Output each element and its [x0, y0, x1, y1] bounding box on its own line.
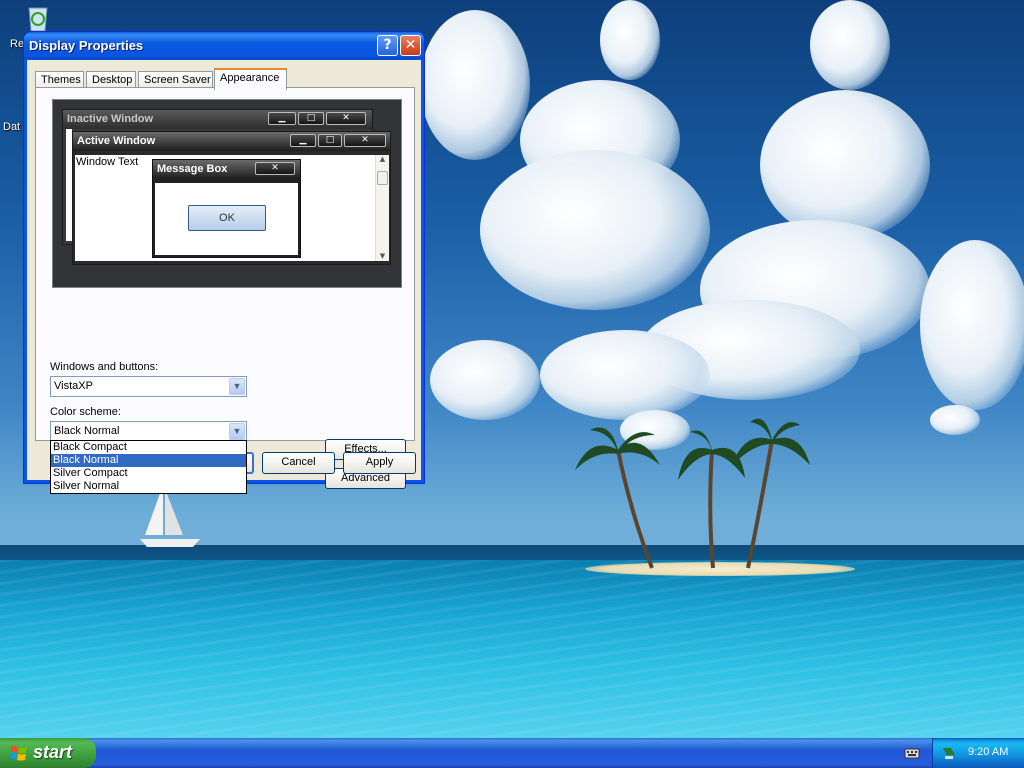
help-button[interactable]: ? [377, 35, 398, 56]
network-icon[interactable] [941, 745, 957, 764]
close-icon: ✕ [255, 162, 295, 175]
color-scheme-option[interactable]: Silver Compact [51, 467, 246, 480]
recycle-bin-icon [28, 7, 48, 32]
preview-scrollbar: ▲ ▼ [375, 155, 389, 261]
chevron-down-icon[interactable]: ▼ [229, 423, 245, 440]
sea [0, 560, 1024, 738]
palm-trees [575, 418, 810, 569]
cloud [480, 150, 710, 310]
scroll-down-icon: ▼ [379, 252, 386, 260]
cloud [930, 405, 980, 435]
color-scheme-option[interactable]: Black Normal [51, 454, 246, 467]
chevron-down-icon[interactable]: ▼ [229, 378, 245, 395]
clock[interactable]: 9:20 AM [968, 746, 1008, 758]
close-button[interactable]: ✕ [400, 35, 421, 56]
tab-appearance[interactable]: Appearance [214, 68, 287, 90]
scroll-up-icon: ▲ [379, 155, 386, 163]
desktop-icon-label[interactable]: Dat [3, 121, 20, 133]
appearance-preview: Inactive Window ▁ □ ✕ Active Window ▁ □ … [52, 99, 402, 288]
color-scheme-value: Black Normal [54, 425, 120, 437]
windows-buttons-select[interactable]: VistaXP ▼ [50, 376, 247, 397]
titlebar[interactable]: Display Properties ? ✕ [24, 32, 424, 59]
cloud [540, 330, 710, 420]
minimize-icon: ▁ [268, 112, 296, 125]
appearance-panel: Inactive Window ▁ □ ✕ Active Window ▁ □ … [35, 87, 415, 494]
close-icon: ✕ [326, 112, 366, 125]
maximize-icon: □ [298, 112, 324, 125]
windows-buttons-label: Windows and buttons: [50, 361, 159, 373]
start-label: start [33, 742, 73, 762]
windows-logo-icon [10, 745, 27, 761]
preview-message-box: Message Box ✕ OK [152, 159, 301, 258]
dialog-client: Themes Desktop Screen Saver Appearance I… [27, 60, 421, 494]
apply-button[interactable]: Apply [343, 452, 416, 474]
windows-buttons-value: VistaXP [54, 380, 93, 392]
cloud [920, 240, 1024, 410]
message-box-body: OK [155, 183, 298, 255]
preview-ok-button: OK [188, 205, 266, 231]
close-icon: ✕ [344, 134, 386, 147]
keyboard-icon[interactable] [904, 746, 920, 763]
window-text: Window Text [76, 156, 139, 168]
color-scheme-select[interactable]: Black Normal ▼ [50, 421, 247, 442]
cloud [760, 90, 930, 240]
cloud [600, 0, 660, 80]
scroll-thumb [377, 171, 388, 185]
cloud [810, 0, 890, 90]
active-window-title: Active Window [73, 132, 390, 151]
minimize-icon: ▁ [290, 134, 316, 147]
start-button[interactable]: start [0, 738, 96, 768]
cancel-button[interactable]: Cancel [262, 452, 335, 474]
recycle-bin-label[interactable]: Re [10, 38, 24, 50]
cloud [420, 10, 530, 160]
cloud [430, 340, 540, 420]
system-tray: 9:20 AM [932, 738, 1024, 768]
color-scheme-label: Color scheme: [50, 406, 121, 418]
maximize-icon: □ [318, 134, 342, 147]
display-properties-window: Display Properties ? ✕ Themes Desktop Sc… [23, 31, 425, 494]
window-title: Display Properties [29, 38, 144, 53]
color-scheme-option[interactable]: Silver Normal [51, 480, 246, 493]
taskbar: start 9:20 AM [0, 738, 1024, 768]
color-scheme-dropdown: Black Compact Black Normal Silver Compac… [50, 440, 247, 494]
color-scheme-option[interactable]: Black Compact [51, 441, 246, 454]
sailboat [140, 485, 200, 547]
